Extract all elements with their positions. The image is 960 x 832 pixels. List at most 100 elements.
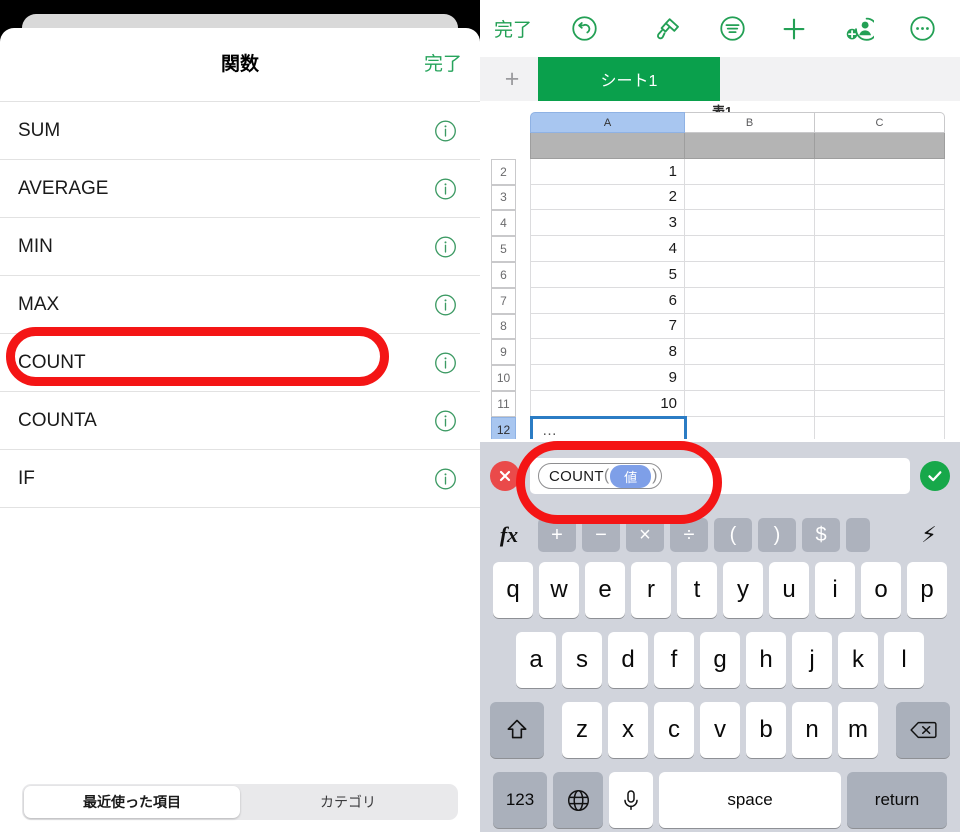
- grid-cell[interactable]: [685, 416, 815, 439]
- key-t[interactable]: t: [677, 562, 717, 618]
- grid-cell[interactable]: [685, 365, 815, 391]
- done-button[interactable]: 完了: [424, 28, 462, 101]
- grid-cell[interactable]: [815, 390, 945, 417]
- column-header-c[interactable]: C: [815, 112, 945, 133]
- row-header-2[interactable]: 2: [491, 158, 516, 185]
- key-j[interactable]: j: [792, 632, 832, 688]
- accept-formula-button[interactable]: [920, 461, 950, 491]
- info-circle-icon[interactable]: [434, 467, 457, 490]
- row-header-5[interactable]: 5: [491, 236, 516, 262]
- grid-cell[interactable]: 10: [530, 390, 685, 417]
- undo-icon[interactable]: [562, 0, 606, 57]
- key-r[interactable]: r: [631, 562, 671, 618]
- collaborate-icon[interactable]: [836, 0, 882, 57]
- grid-cell[interactable]: [685, 313, 815, 340]
- grid-cell[interactable]: 6: [530, 287, 685, 314]
- spreadsheet-grid[interactable]: 表1 ABC 23456789101112 12345678910 …: [480, 101, 960, 439]
- key-a[interactable]: a: [516, 632, 556, 688]
- grid-cell[interactable]: 7: [530, 313, 685, 340]
- grid-cell[interactable]: [685, 158, 815, 185]
- grid-cell[interactable]: 3: [530, 210, 685, 237]
- table-row[interactable]: 5: [530, 261, 945, 288]
- cancel-formula-button[interactable]: [490, 461, 520, 491]
- table-row[interactable]: 4: [530, 236, 945, 262]
- table-row[interactable]: 9: [530, 365, 945, 391]
- segmented-control[interactable]: 最近使った項目 カテゴリ: [22, 784, 458, 820]
- info-circle-icon[interactable]: [434, 177, 457, 200]
- grid-cell[interactable]: [815, 236, 945, 262]
- key-z[interactable]: z: [562, 702, 602, 758]
- key-p[interactable]: p: [907, 562, 947, 618]
- grid-cell[interactable]: [530, 133, 685, 159]
- row-header-10[interactable]: 10: [491, 365, 516, 391]
- grid-cell[interactable]: [815, 313, 945, 340]
- lightning-bolt-icon[interactable]: ⚡: [914, 518, 944, 552]
- function-list-item[interactable]: IF: [0, 450, 480, 508]
- key-n[interactable]: n: [792, 702, 832, 758]
- function-list-item[interactable]: MIN: [0, 218, 480, 276]
- row-header-8[interactable]: 8: [491, 313, 516, 340]
- grid-cell[interactable]: [815, 339, 945, 366]
- grid-body[interactable]: 1 2 3 4 5 6 7 8 9 10: [530, 133, 945, 439]
- row-header-12[interactable]: 12: [491, 416, 516, 439]
- key-v[interactable]: v: [700, 702, 740, 758]
- backspace-icon[interactable]: [896, 702, 950, 758]
- key-k[interactable]: k: [838, 632, 878, 688]
- tab-recent[interactable]: 最近使った項目: [24, 786, 240, 818]
- key-w[interactable]: w: [539, 562, 579, 618]
- key-g[interactable]: g: [700, 632, 740, 688]
- formula-token-count[interactable]: COUNT ( 値 ): [538, 463, 662, 489]
- info-circle-icon[interactable]: [434, 235, 457, 258]
- add-sheet-icon[interactable]: +: [492, 57, 532, 101]
- row-header-4[interactable]: 4: [491, 210, 516, 237]
- formula-argument-pill[interactable]: 値: [610, 464, 652, 488]
- key-x[interactable]: x: [608, 702, 648, 758]
- key-b[interactable]: b: [746, 702, 786, 758]
- function-list-item[interactable]: COUNT: [0, 334, 480, 392]
- grid-cell[interactable]: [815, 210, 945, 237]
- function-list-item[interactable]: MAX: [0, 276, 480, 334]
- grid-cell[interactable]: [685, 261, 815, 288]
- operator-key[interactable]: $: [802, 518, 840, 552]
- grid-cell[interactable]: 4: [530, 236, 685, 262]
- key-d[interactable]: d: [608, 632, 648, 688]
- grid-cell[interactable]: [685, 236, 815, 262]
- key-m[interactable]: m: [838, 702, 878, 758]
- formula-input[interactable]: COUNT ( 値 ): [530, 458, 910, 494]
- operator-key[interactable]: −: [582, 518, 620, 552]
- sheet-tab-active[interactable]: シート1: [538, 57, 720, 101]
- format-icon[interactable]: [710, 0, 754, 57]
- key-y[interactable]: y: [723, 562, 763, 618]
- row-header-6[interactable]: 6: [491, 262, 516, 288]
- space-key[interactable]: space: [659, 772, 841, 828]
- grid-cell[interactable]: [815, 158, 945, 185]
- table-row[interactable]: 2: [530, 184, 945, 211]
- return-key[interactable]: return: [847, 772, 947, 828]
- operator-key[interactable]: +: [538, 518, 576, 552]
- key-s[interactable]: s: [562, 632, 602, 688]
- function-list-item[interactable]: AVERAGE: [0, 160, 480, 218]
- operator-key-partial[interactable]: [846, 518, 870, 552]
- operator-key[interactable]: ÷: [670, 518, 708, 552]
- globe-icon[interactable]: [553, 772, 603, 828]
- key-q[interactable]: q: [493, 562, 533, 618]
- grid-cell[interactable]: [685, 133, 815, 159]
- grid-cell[interactable]: [685, 390, 815, 417]
- key-i[interactable]: i: [815, 562, 855, 618]
- function-list-item[interactable]: COUNTA: [0, 392, 480, 450]
- grid-cell[interactable]: [685, 339, 815, 366]
- operator-key[interactable]: (: [714, 518, 752, 552]
- shift-arrow-icon[interactable]: [490, 702, 544, 758]
- grid-cell[interactable]: [815, 287, 945, 314]
- grid-cell[interactable]: [815, 184, 945, 211]
- table-row[interactable]: 3: [530, 210, 945, 237]
- row-header-11[interactable]: 11: [491, 391, 516, 417]
- table-row[interactable]: 6: [530, 287, 945, 314]
- grid-cell[interactable]: [685, 184, 815, 211]
- grid-cell[interactable]: [815, 365, 945, 391]
- selected-cell-a12[interactable]: …: [530, 415, 687, 439]
- function-list-item[interactable]: SUM: [0, 101, 480, 160]
- key-h[interactable]: h: [746, 632, 786, 688]
- grid-cell[interactable]: [685, 210, 815, 237]
- row-header-9[interactable]: 9: [491, 339, 516, 366]
